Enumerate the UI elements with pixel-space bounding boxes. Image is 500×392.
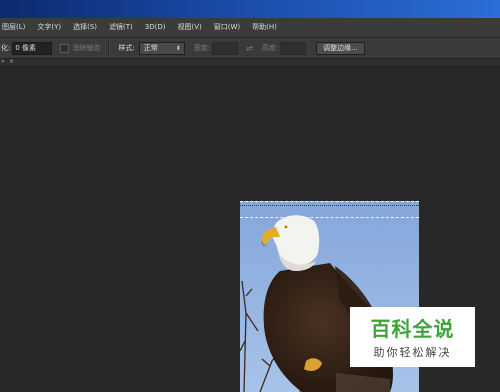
menu-bar: 图层(L) 文字(Y) 选择(S) 滤镜(T) 3D(D) 视图(V) 窗口(W… [0, 18, 500, 38]
antialias-checkbox[interactable] [60, 43, 70, 53]
menu-window[interactable]: 窗口(W) [208, 18, 246, 37]
tool-options-bar: 化: 0 像素 消除锯齿 样式: 正常 ⬍ 宽度: ⇄ 高度: 调整边缘... [0, 38, 500, 59]
style-select-value: 正常 [143, 43, 158, 52]
feather-input[interactable]: 0 像素 [12, 41, 53, 55]
menu-layer[interactable]: 图层(L) [0, 18, 31, 37]
menu-view[interactable]: 视图(V) [171, 18, 207, 37]
menu-3d[interactable]: 3D(D) [139, 18, 172, 37]
antialias-option[interactable]: 消除锯齿 [60, 43, 100, 53]
window-title-bar [0, 0, 500, 18]
style-select[interactable]: 正常 ⬍ [138, 41, 185, 55]
selection-marquee-inner-edge [240, 205, 419, 206]
document-tab-strip: » × [0, 58, 500, 67]
height-input[interactable] [280, 41, 307, 55]
style-label: 样式: [118, 44, 135, 52]
watermark-title: 百科全说 [370, 317, 455, 341]
refine-edge-button[interactable]: 调整边缘... [316, 41, 365, 55]
menu-select[interactable]: 选择(S) [67, 18, 103, 37]
menu-filter[interactable]: 滤镜(T) [103, 18, 139, 37]
feather-label: 化: [1, 44, 11, 52]
chevron-updown-icon: ⬍ [175, 44, 181, 52]
swap-icon[interactable]: ⇄ [246, 44, 253, 53]
collapse-arrows-icon[interactable]: » [1, 58, 5, 66]
menu-help[interactable]: 帮助(H) [246, 18, 283, 37]
menu-type[interactable]: 文字(Y) [31, 18, 67, 37]
width-label: 宽度: [193, 44, 211, 52]
width-input[interactable] [212, 41, 239, 55]
watermark-logo: 百科全说 助你轻松解决 [350, 307, 475, 367]
options-divider [108, 41, 111, 55]
close-tab-icon[interactable]: × [9, 58, 14, 66]
selection-marquee[interactable] [240, 201, 419, 218]
antialias-label: 消除锯齿 [72, 44, 101, 52]
height-label: 高度: [261, 44, 279, 52]
watermark-subtitle: 助你轻松解决 [373, 346, 452, 359]
